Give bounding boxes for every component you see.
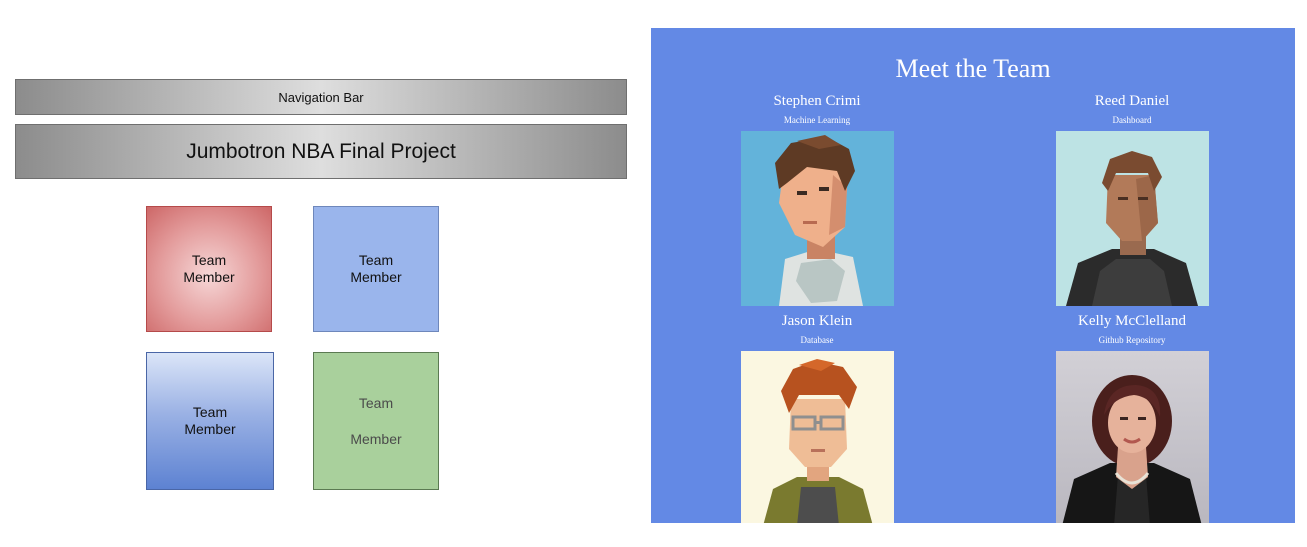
team-member-card: Jason Klein Database xyxy=(737,312,897,523)
tile-label-line2: Member xyxy=(350,269,402,285)
member-name: Kelly McClelland xyxy=(1078,313,1186,329)
tile-label-line1: Team xyxy=(192,404,228,420)
team-member-card: Stephen Crimi Machine Learning xyxy=(737,92,897,306)
member-role: Dashboard xyxy=(1112,115,1152,125)
team-page: Meet the Team Stephen Crimi Machine Lear… xyxy=(651,28,1295,523)
wireframe-mockup: Navigation Bar Jumbotron NBA Final Proje… xyxy=(0,0,640,547)
member-role: Database xyxy=(800,335,834,345)
member-role: Github Repository xyxy=(1098,335,1166,345)
member-photo xyxy=(1055,351,1209,523)
pixel-avatar-icon xyxy=(740,351,894,523)
tile-label-line2: Member xyxy=(350,431,402,447)
wireframe-nav-label: Navigation Bar xyxy=(278,89,364,105)
pixel-avatar-icon xyxy=(1055,131,1209,306)
wireframe-team-member-tile: Team Member xyxy=(146,206,272,332)
tile-label-line1: Team xyxy=(358,252,394,268)
pixel-avatar-icon xyxy=(740,131,894,306)
member-name: Stephen Crimi xyxy=(773,93,861,109)
member-photo xyxy=(740,351,894,523)
tile-label-line1: Team xyxy=(358,395,394,411)
wireframe-team-member-tile: Team Member xyxy=(313,206,439,332)
person-photo-icon xyxy=(1055,351,1209,523)
wireframe-team-member-tile: Team Member xyxy=(146,352,274,490)
member-photo xyxy=(1055,131,1209,306)
team-member-card: Kelly McClelland Github Repository xyxy=(1052,312,1212,523)
wireframe-team-member-tile: Team Member xyxy=(313,352,439,490)
member-name: Reed Daniel xyxy=(1094,93,1170,109)
member-name: Jason Klein xyxy=(781,313,853,329)
team-member-card: Reed Daniel Dashboard xyxy=(1052,92,1212,306)
screenshot: Navigation Bar Jumbotron NBA Final Proje… xyxy=(0,0,1307,547)
wireframe-jumbotron: Jumbotron NBA Final Project xyxy=(15,124,627,179)
tile-label-line2: Member xyxy=(183,269,235,285)
tile-label-line2: Member xyxy=(184,421,236,437)
member-photo xyxy=(740,131,894,306)
tile-label-line1: Team xyxy=(191,252,227,268)
page-title: Meet the Team xyxy=(895,54,1051,83)
wireframe-navigation-bar: Navigation Bar xyxy=(15,79,627,115)
member-role: Machine Learning xyxy=(783,115,851,125)
wireframe-jumbotron-label: Jumbotron NBA Final Project xyxy=(186,139,456,163)
